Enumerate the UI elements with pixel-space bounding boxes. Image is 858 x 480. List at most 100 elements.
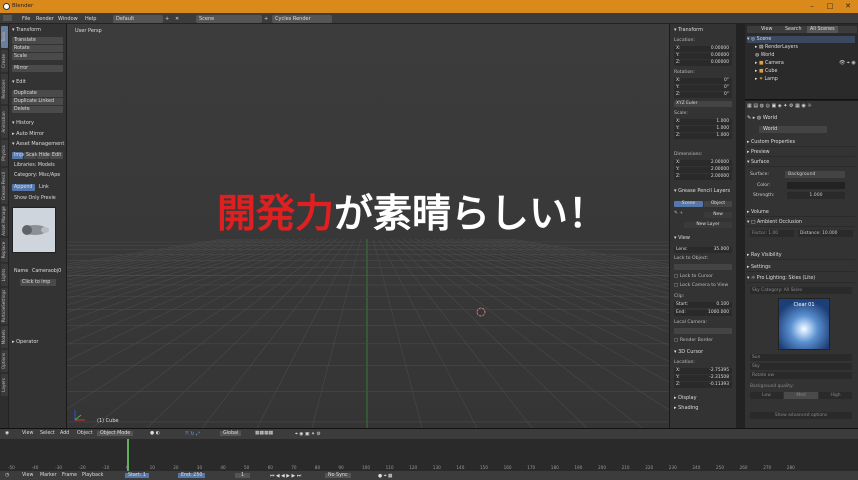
- layer-buttons[interactable]: ▦▦▦▦: [255, 431, 273, 436]
- menu-help[interactable]: Help: [85, 16, 96, 22]
- tab-animation[interactable]: Animation: [1, 106, 8, 138]
- tab-tools[interactable]: Tools: [1, 26, 8, 48]
- add-layout-icon[interactable]: +: [165, 16, 169, 22]
- sun-field[interactable]: Sun: [750, 354, 852, 361]
- settings-header[interactable]: ▸ Settings: [747, 264, 855, 272]
- tab-models[interactable]: Models: [1, 326, 8, 348]
- ao-factor-field[interactable]: Factor: 1.00: [750, 230, 794, 237]
- lens-field[interactable]: Lens: 35.000: [674, 247, 732, 253]
- menu-window[interactable]: Window: [58, 16, 78, 22]
- cursor-y-field[interactable]: Y: -2.31508: [674, 375, 732, 381]
- rotation-z-field[interactable]: Z: 0°: [674, 92, 732, 98]
- object-menu[interactable]: Object: [77, 431, 93, 436]
- surface-header[interactable]: ▾ Surface: [747, 159, 855, 167]
- outliner-row-world[interactable]: ◍ World: [755, 52, 858, 59]
- lock-camera-to-view-checkbox[interactable]: □ Lock Camera to View: [674, 283, 728, 288]
- pencil-icon[interactable]: ✎ +: [674, 211, 683, 216]
- tab-create[interactable]: Create: [1, 50, 8, 72]
- minimize-icon[interactable]: –: [806, 2, 818, 11]
- operator-header[interactable]: ▸ Operator: [12, 339, 39, 345]
- layers-tab-scene[interactable]: Scene: [674, 201, 703, 207]
- timeline-playback-menu[interactable]: Playback: [82, 473, 103, 478]
- scale-button[interactable]: Scale: [12, 53, 63, 60]
- location-z-field[interactable]: Z: 0.00000: [674, 60, 732, 66]
- clip-start-field[interactable]: Start: 0.100: [674, 302, 732, 308]
- ray-visibility-header[interactable]: ▸ Ray Visibility: [747, 252, 855, 260]
- mode-select[interactable]: Object Mode: [97, 431, 134, 436]
- mirror-button[interactable]: Mirror: [12, 65, 63, 72]
- cursor-z-field[interactable]: Z: -0.11393: [674, 382, 732, 388]
- asset-tab-import[interactable]: Import: [12, 152, 30, 159]
- asset-tab-edit[interactable]: Edit: [50, 152, 63, 159]
- asset-category-row[interactable]: Category: Misc/Ape: [12, 172, 63, 179]
- show-only-preview-checkbox[interactable]: Show Only Previe: [12, 195, 63, 202]
- world-name-field[interactable]: World: [759, 126, 827, 133]
- 3d-cursor-icon[interactable]: [475, 306, 487, 318]
- timeline-frame-menu[interactable]: Frame: [62, 473, 77, 478]
- timeline-marker-menu[interactable]: Marker: [40, 473, 57, 478]
- outliner-row-lamp[interactable]: ▸ ✶ Lamp: [755, 76, 858, 83]
- editor-type-icon[interactable]: [3, 15, 12, 21]
- outliner-search-menu[interactable]: Search: [785, 26, 801, 33]
- lock-to-object-field[interactable]: [674, 264, 732, 270]
- render-engine-select[interactable]: Cycles Render: [272, 15, 332, 23]
- edit-header[interactable]: ▾ Edit: [12, 79, 26, 85]
- layers-tab-object[interactable]: Object: [704, 201, 732, 207]
- translate-button[interactable]: Translate: [12, 37, 63, 44]
- end-frame-field[interactable]: End: 250: [178, 473, 206, 478]
- rotate-button[interactable]: Rotate: [12, 45, 63, 52]
- sky-category-select[interactable]: Sky Category: All Skies: [750, 287, 852, 294]
- tab-replace[interactable]: Replace: [1, 238, 8, 262]
- delete-button[interactable]: Delete: [12, 106, 63, 113]
- menu-render[interactable]: Render: [36, 16, 54, 22]
- location-x-field[interactable]: X: 0.00000: [674, 46, 732, 52]
- dimensions-y-field[interactable]: Y: 2.00000: [674, 167, 732, 173]
- cursor-x-field[interactable]: X: -2.75395: [674, 368, 732, 374]
- ambient-occlusion-header[interactable]: ▾ □ Ambient Occlusion: [747, 219, 855, 227]
- orientation-select[interactable]: Global: [220, 431, 242, 436]
- history-header[interactable]: ▾ History: [12, 120, 34, 126]
- transform-panel-header[interactable]: ▾ Transform: [674, 27, 703, 33]
- outliner-display-select[interactable]: All Scenes: [807, 26, 838, 33]
- ao-distance-field[interactable]: Distance: 10.000: [798, 230, 853, 237]
- remove-layout-icon[interactable]: ✕: [175, 16, 179, 22]
- rotation-y-field[interactable]: Y: 0°: [674, 85, 732, 91]
- scale-y-field[interactable]: Y: 1.000: [674, 126, 732, 132]
- new-button[interactable]: New: [704, 212, 732, 218]
- color-swatch[interactable]: [787, 182, 845, 189]
- layout-select[interactable]: Default: [113, 15, 163, 23]
- view3d-editor-icon[interactable]: ◉: [5, 431, 9, 436]
- append-button[interactable]: Append: [12, 184, 35, 191]
- auto-mirror-item[interactable]: ▸ Auto Mirror: [12, 131, 44, 137]
- strength-field[interactable]: 1.000: [787, 192, 845, 199]
- scale-x-field[interactable]: X: 1.000: [674, 119, 732, 125]
- tab-grease-pencil[interactable]: Grease Pencil: [1, 168, 8, 204]
- preview-header[interactable]: ▸ Preview: [747, 149, 855, 157]
- quality-low-button[interactable]: Low: [750, 392, 783, 399]
- scene-select[interactable]: Scene: [196, 15, 262, 23]
- location-y-field[interactable]: Y: 0.00000: [674, 53, 732, 59]
- outliner-row-cube[interactable]: ▸ ■ Cube: [755, 68, 858, 75]
- render-border-checkbox[interactable]: □ Render Border: [674, 338, 713, 343]
- tab-layers[interactable]: Layers: [1, 374, 8, 396]
- visibility-icons[interactable]: 👁 ⌖ ◉: [839, 60, 856, 66]
- view-panel-header[interactable]: ▾ View: [674, 235, 690, 241]
- view-menu[interactable]: View: [22, 431, 33, 436]
- custom-properties-header[interactable]: ▸ Custom Properties: [747, 139, 855, 147]
- scale-z-field[interactable]: Z: 1.000: [674, 133, 732, 139]
- menu-file[interactable]: File: [22, 16, 30, 22]
- grease-pencil-layers-header[interactable]: ▾ Grease Pencil Layers: [674, 188, 730, 194]
- prolighting-header[interactable]: ▾ ☼ Pro Lighting: Skies (Lite): [747, 275, 855, 283]
- sky-field[interactable]: Sky: [750, 363, 852, 370]
- rotate-field[interactable]: Rotate ow: [750, 372, 852, 379]
- tab-asset-manage[interactable]: Asset Manage: [1, 206, 8, 236]
- add-menu[interactable]: Add: [60, 431, 69, 436]
- asset-tab-scale[interactable]: Scale: [24, 152, 39, 159]
- dimensions-x-field[interactable]: X: 2.00000: [674, 160, 732, 166]
- asset-tab-hide[interactable]: Hide: [37, 152, 50, 159]
- maximize-icon[interactable]: □: [824, 2, 836, 11]
- close-icon[interactable]: ✕: [842, 2, 854, 11]
- timeline-view-menu[interactable]: View: [22, 473, 33, 478]
- local-camera-field[interactable]: [674, 328, 732, 334]
- display-header[interactable]: ▸ Display: [674, 395, 697, 401]
